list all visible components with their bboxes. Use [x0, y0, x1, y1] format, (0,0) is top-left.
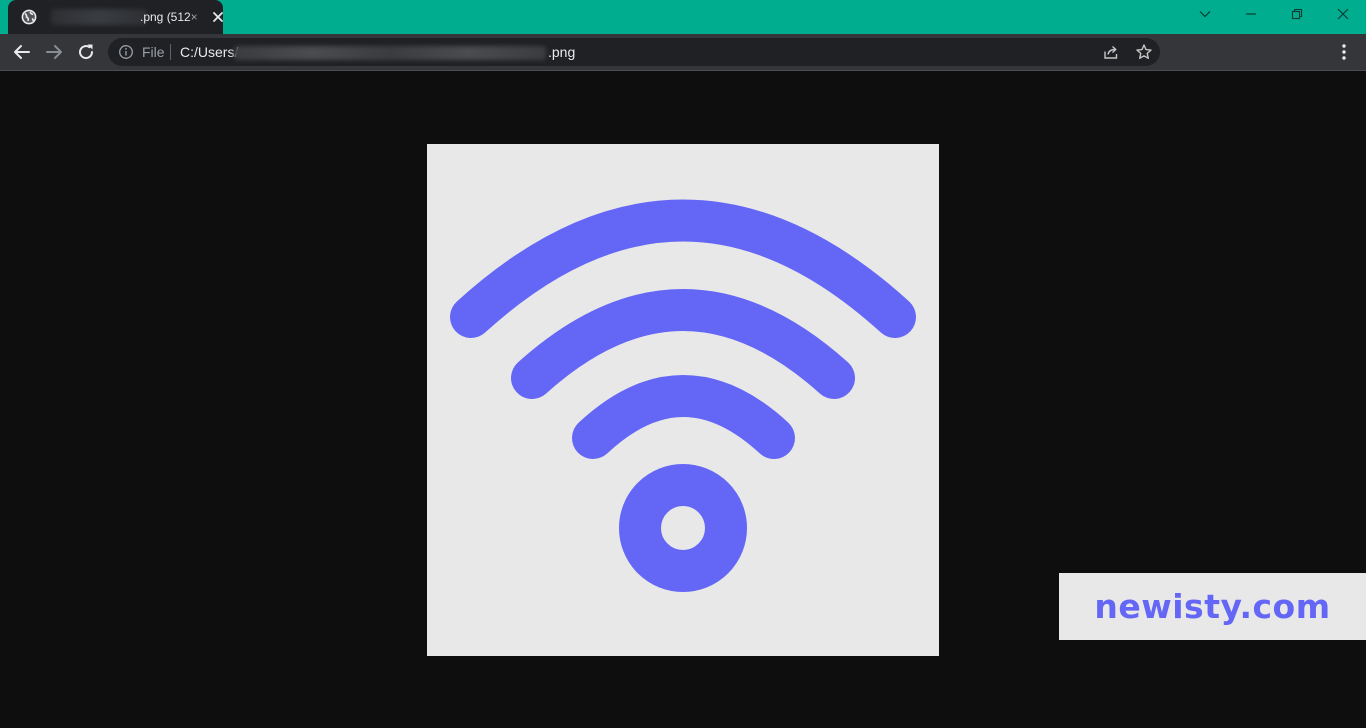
browser-menu-button[interactable] [1336, 40, 1352, 64]
close-icon[interactable] [210, 9, 226, 25]
window-close-button[interactable] [1320, 0, 1366, 30]
share-icon[interactable] [1102, 43, 1120, 61]
minimize-button[interactable] [1228, 0, 1274, 30]
window-titlebar: .png (512× [0, 0, 1366, 34]
back-arrow-icon [10, 45, 34, 68]
globe-icon [21, 9, 37, 25]
wifi-icon [427, 199, 939, 660]
displayed-image[interactable] [427, 144, 939, 656]
url-prefix: C:/Users/ [180, 44, 239, 60]
kebab-menu-icon [1336, 44, 1352, 68]
back-button[interactable] [10, 40, 34, 64]
browser-tab-active[interactable]: .png (512× [8, 0, 223, 34]
forward-button[interactable] [42, 40, 66, 64]
url-suffix: .png [548, 44, 576, 60]
reload-icon [74, 44, 98, 68]
watermark-text: newisty.com [1094, 587, 1331, 626]
info-icon[interactable] [118, 44, 134, 60]
redacted-filename [51, 9, 147, 25]
redacted-path [234, 46, 546, 60]
star-icon[interactable] [1135, 43, 1153, 61]
forward-arrow-icon [42, 45, 66, 68]
address-bar[interactable]: File C:/Users/ .png [108, 38, 1160, 66]
restore-button[interactable] [1274, 0, 1320, 30]
tab-search-button[interactable] [1182, 0, 1228, 30]
divider [170, 44, 171, 60]
scheme-label: File [142, 44, 165, 60]
watermark: newisty.com [1059, 573, 1366, 640]
browser-toolbar: File C:/Users/ .png [0, 34, 1366, 71]
reload-button[interactable] [74, 40, 98, 64]
